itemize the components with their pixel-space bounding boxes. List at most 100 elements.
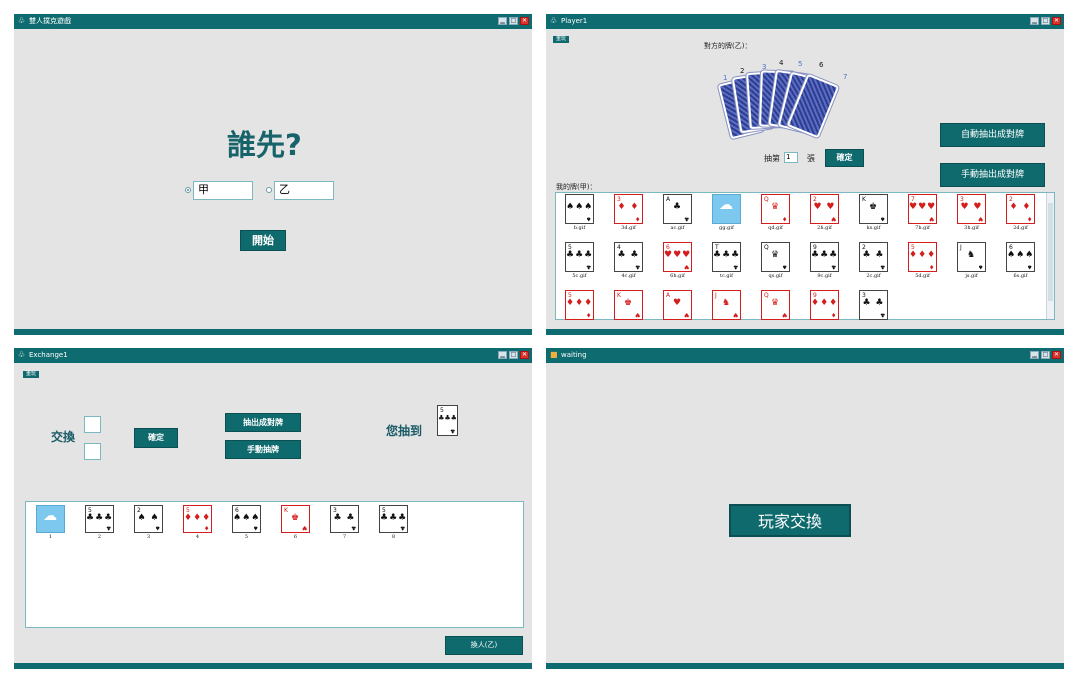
app-icon: ♧ <box>18 16 26 25</box>
card-pips: ♚ <box>868 202 879 212</box>
close-button[interactable]: ✕ <box>520 17 529 25</box>
playing-card[interactable]: Q ♛ ♦ <box>761 194 790 224</box>
playing-card[interactable]: 7 ♥♥♥ ♥ <box>908 194 937 224</box>
manual-draw-pairs-button[interactable]: 手動抽出成對牌 <box>940 163 1045 187</box>
playing-card[interactable]: 6 ♠♠♠ ♠ <box>232 505 261 533</box>
manual-draw-button[interactable]: 手動抽牌 <box>225 440 301 459</box>
card-pips: ♠♠♠ <box>566 202 594 212</box>
maximize-button[interactable]: □ <box>509 351 518 359</box>
exchange-label: 交換 <box>51 430 76 444</box>
card-pips: ♣ ♣ <box>862 250 885 260</box>
playing-card[interactable]: 5 ♦♦♦ ♦ <box>183 505 212 533</box>
playing-card[interactable]: 2 ♥ ♥ ♥ <box>810 194 839 224</box>
playing-card[interactable]: J ♞ ♠ <box>957 242 986 272</box>
minimize-button[interactable]: ▁ <box>1030 17 1039 25</box>
maximize-button[interactable]: □ <box>1041 17 1050 25</box>
playing-card[interactable]: A ♥ ♥ <box>663 290 692 320</box>
option-b-field[interactable]: 乙 <box>274 181 334 200</box>
playing-card[interactable]: K ♚ ♥ <box>614 290 643 320</box>
playing-card[interactable]: 5 ♣♣♣ ♣ <box>565 242 594 272</box>
playing-card[interactable]: 2 ♣ ♣ ♣ <box>859 242 888 272</box>
playing-card[interactable]: J ♞ ♥ <box>712 290 741 320</box>
card-filename: 3 <box>146 534 151 540</box>
maximize-button[interactable]: □ <box>509 17 518 25</box>
scrollbar-thumb[interactable] <box>1048 203 1053 301</box>
card-filename: 1 <box>48 534 53 540</box>
playing-card[interactable]: 5 ♦♦♦ ♦ <box>908 242 937 272</box>
playing-card[interactable]: 5 ♦♦♦ ♦ <box>565 290 594 320</box>
card-suit: ♥ <box>634 311 640 318</box>
playing-card[interactable]: A ♣ ♣ <box>663 194 692 224</box>
minimize-button[interactable]: ▁ <box>498 17 507 25</box>
card-filename: 2d.gif <box>1013 225 1028 231</box>
playing-card[interactable]: 2 ♦ ♦ ♦ <box>1006 194 1035 224</box>
card-pips: ♞ <box>721 298 732 308</box>
maximize-button[interactable]: □ <box>1041 351 1050 359</box>
confirm-button[interactable]: 確定 <box>134 428 178 448</box>
playing-card[interactable]: T ♣♣♣ ♣ <box>712 242 741 272</box>
playing-card[interactable]: Q ♛ ♠ <box>761 242 790 272</box>
close-button[interactable]: ✕ <box>1052 17 1061 25</box>
playing-card[interactable]: 6 ♥♥♥ ♥ <box>663 242 692 272</box>
back-card-number-1: 1 <box>723 74 728 82</box>
card-filename: 2c.gif <box>866 273 881 279</box>
card-filename: 8 <box>391 534 396 540</box>
start-button[interactable]: 開始 <box>240 230 286 251</box>
draw-number-field[interactable]: 1 <box>784 152 798 163</box>
card-filename: 2h.gif <box>817 225 832 231</box>
card-pips: ♥♥♥ <box>664 250 692 260</box>
playing-card[interactable]: 4 ♣ ♣ ♣ <box>614 242 643 272</box>
confirm-button[interactable]: 確定 <box>825 149 864 167</box>
close-button[interactable]: ✕ <box>520 351 529 359</box>
auto-draw-pairs-button[interactable]: 自動抽出成對牌 <box>940 123 1045 147</box>
playing-card[interactable]: K ♚ ♥ <box>281 505 310 533</box>
playing-card[interactable]: 3 ♥ ♥ ♥ <box>957 194 986 224</box>
playing-card[interactable]: 6 ♠♠♠ ♠ <box>1006 242 1035 272</box>
playing-card[interactable]: 5 ♣♣♣ ♣ <box>379 505 408 533</box>
card-pips: ♣♣♣ <box>566 250 594 260</box>
card-filename: 3d.gif <box>621 225 636 231</box>
playing-card[interactable]: 3 ♦ ♦ ♦ <box>614 194 643 224</box>
card-suit: ♦ <box>928 263 934 270</box>
playing-card[interactable]: ☁ <box>712 194 741 224</box>
draw-pairs-label: 抽出成對牌 <box>243 418 283 427</box>
card-suit: ♥ <box>977 215 983 222</box>
playing-card[interactable]: 3 ♣ ♣ ♣ <box>330 505 359 533</box>
playing-card[interactable]: 9 ♣♣♣ ♣ <box>810 242 839 272</box>
card-pips: ♣♣♣ <box>86 513 114 523</box>
app-icon: ♧ <box>550 16 558 25</box>
card-filename: 5 <box>244 534 249 540</box>
playing-card[interactable]: ☁ <box>36 505 65 533</box>
option-b-radio[interactable] <box>266 187 272 193</box>
playing-card[interactable]: 3 ♣ ♣ ♣ <box>859 290 888 320</box>
card-pips: ♥♥♥ <box>909 202 937 212</box>
card-pips: ♥ ♥ <box>960 202 983 212</box>
minimize-button[interactable]: ▁ <box>498 351 507 359</box>
auto-draw-pairs-label: 自動抽出成對牌 <box>960 130 1024 140</box>
close-button[interactable]: ✕ <box>1052 351 1061 359</box>
who-first-window: ♧ 雙人撲克遊戲 ▁ □ ✕ 誰先? 甲 乙 開始 <box>14 14 532 335</box>
scrollbar[interactable] <box>1046 193 1054 319</box>
playing-card[interactable]: Q ♛ ♥ <box>761 290 790 320</box>
option-a-field[interactable]: 甲 <box>193 181 253 200</box>
card-pips: ♣ <box>672 202 683 212</box>
playing-card[interactable]: ♠♠♠ ♠ <box>565 194 594 224</box>
playing-card[interactable]: 5 ♣♣♣ ♣ <box>85 505 114 533</box>
my-cards-panel[interactable]: ♠♠♠ ♠ b.gif 3 ♦ ♦ ♦ 3d.gif A ♣ ♣ ac.gif ☁ gg.gif Q ♛ ♦ q… <box>555 192 1055 320</box>
playing-card[interactable]: 2 ♠ ♠ ♠ <box>134 505 163 533</box>
option-a-radio[interactable] <box>185 187 191 193</box>
playing-card[interactable]: K ♚ ♠ <box>859 194 888 224</box>
card-suit: ♠ <box>977 263 983 270</box>
minimize-button[interactable]: ▁ <box>1030 351 1039 359</box>
hand-panel[interactable]: ☁ 1 5 ♣♣♣ ♣ 2 2 ♠ ♠ ♠ 3 5 ♦♦♦ ♦ 4 6 ♠♠♠ ♠ 5 K ♚ ♥ 6 3 ♣ ♣ ♣ 7 5 ♣♣♣… <box>25 501 524 628</box>
replay-button[interactable]: 重玩 <box>553 36 570 43</box>
draw-pairs-button[interactable]: 抽出成對牌 <box>225 413 301 432</box>
replay-button[interactable]: 重玩 <box>23 371 40 378</box>
exchange-field-2[interactable] <box>84 443 101 460</box>
exchange-field-1[interactable] <box>84 416 101 433</box>
playing-card[interactable]: 9 ♦♦♦ ♦ <box>810 290 839 320</box>
switch-player-button[interactable]: 換人(乙) <box>445 636 523 655</box>
window-controls: ▁ □ ✕ <box>496 351 529 360</box>
card-suit: ♥ <box>683 311 689 318</box>
back-card-number-5: 5 <box>798 60 803 68</box>
